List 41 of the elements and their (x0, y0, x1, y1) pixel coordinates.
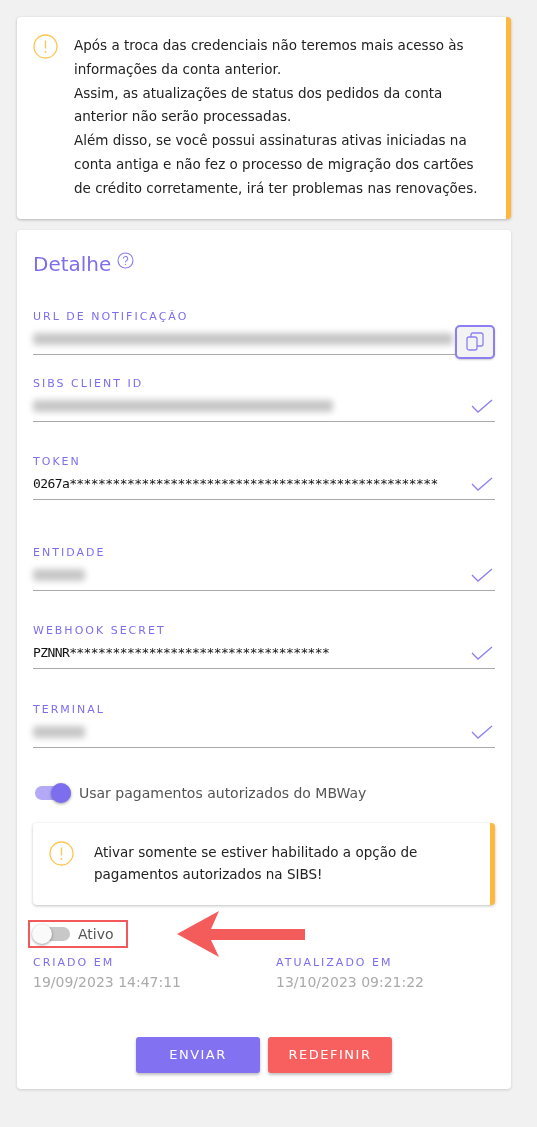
warning-icon (49, 840, 74, 866)
help-icon[interactable] (117, 251, 135, 269)
form-field[interactable]: WEBHOOK SECRET PZNNR************************************ (33, 623, 495, 669)
date-label: CRIADO EM (33, 955, 116, 970)
section-title: Detalhe (33, 251, 112, 276)
check-icon (471, 398, 493, 413)
check-icon (471, 724, 493, 739)
form-field[interactable]: TOKEN 0267a*************************************************** (33, 454, 495, 500)
warning-icon (33, 34, 58, 59)
form-field[interactable]: URL DE NOTIFICAÇÃO (33, 309, 495, 355)
toggle-label: Usar pagamentos autorizados do MBWay (79, 784, 367, 801)
reset-button[interactable]: REDEFINIR (268, 1036, 392, 1073)
copy-button[interactable] (455, 324, 495, 359)
copy-icon (466, 331, 484, 352)
date-value: 13/10/2023 09:21:22 (276, 973, 426, 990)
toggle-switch[interactable] (34, 926, 70, 941)
field-label: TERMINAL (33, 702, 106, 717)
check-icon (471, 645, 493, 660)
notice-text: Assim, as atualizações de status dos pedidos da conta anterior não serão processadas. (74, 83, 444, 127)
notice-text: Além disso, se você possui assinaturas ativas iniciadas na conta antiga e não fez o processo de migração dos cartões de crédito corretamente, irá ter problemas nas renovações. (74, 131, 479, 198)
check-icon (471, 476, 493, 491)
notice-text: Ativar somente se estiver habilitado a opção de pagamentos autorizados na SIBS! (94, 842, 419, 884)
form-field[interactable]: TERMINAL (33, 702, 495, 748)
form-field[interactable]: ENTIDADE (33, 545, 495, 591)
field-label: ENTIDADE (33, 545, 107, 560)
toggle-label: Ativo (78, 925, 114, 942)
field-label: URL DE NOTIFICAÇÃO (33, 309, 190, 324)
blurred-value (33, 725, 85, 738)
submit-button[interactable]: ENVIAR (136, 1036, 260, 1073)
field-value: 0267a*************************************************** (33, 476, 438, 492)
date-value: 19/09/2023 14:47:11 (33, 973, 183, 990)
field-label: SIBS CLIENT ID (33, 376, 145, 391)
field-value: PZNNR************************************ (33, 645, 330, 661)
check-icon (471, 567, 493, 582)
toggle-switch[interactable] (35, 785, 71, 800)
notice-text: Após a troca das credenciais não teremos mais acesso às informações da conta anterior. (74, 36, 465, 79)
date-label: ATUALIZADO EM (276, 955, 394, 970)
blurred-value (33, 568, 85, 581)
field-label: TOKEN (33, 454, 82, 469)
form-field[interactable]: SIBS CLIENT ID (33, 376, 495, 422)
field-label: WEBHOOK SECRET (33, 623, 167, 638)
